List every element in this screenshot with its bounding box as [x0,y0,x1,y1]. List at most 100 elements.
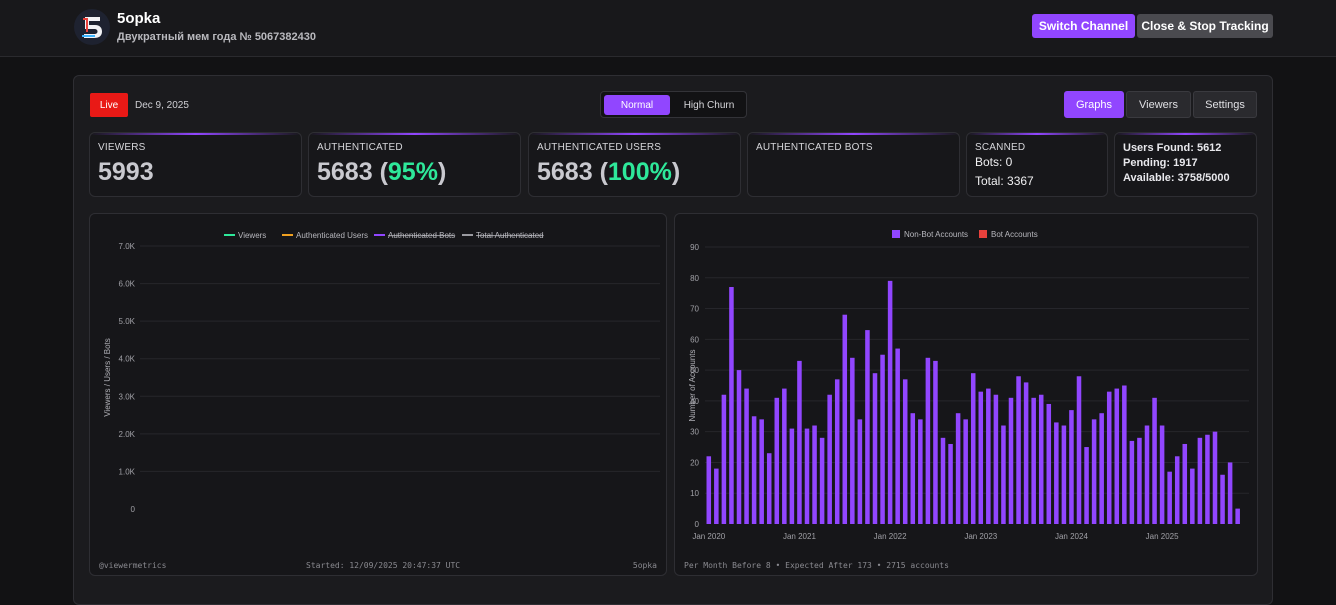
bar-non-bot-accounts [1084,447,1089,524]
bar-chart-panel: 0 10 20 30 40 50 60 70 80 90 Number of Accounts Non… [674,213,1258,576]
stream-date: Dec 9, 2025 [135,100,189,111]
bar-chart-y-tick-label: 0 [695,520,700,529]
line-chart-footer-center: Started: 12/09/2025 20:47:37 UTC [306,561,461,570]
stream-title: Двукратный мем года № 5067382430 [117,31,316,43]
bar-non-bot-accounts [1038,394,1044,524]
live-badge: Live [90,93,128,117]
bar-non-bot-accounts [1061,425,1067,524]
bar-non-bot-accounts [1167,471,1172,524]
bar-non-bot-accounts [842,314,848,524]
bar-non-bot-accounts [819,437,825,524]
bar-chart-footer: Per Month Before 8 • Expected After 173 … [684,561,949,570]
scanned-card: SCANNED Bots: 0 Total: 3367 [966,132,1108,197]
main-panel: Live Dec 9, 2025 Normal High Churn Graph… [73,75,1273,605]
bar-chart-x-tick-label: Jan 2023 [964,532,997,541]
bar-chart-y-tick-label: 90 [690,243,699,252]
mode-normal-button[interactable]: Normal [604,95,670,115]
bar-non-bot-accounts [970,373,976,524]
bar-non-bot-accounts [1016,376,1021,524]
line-chart-panel: 0 1.0K 2.0K 3.0K 4.0K 5.0K 6.0K 7.0K Viewers / U… [89,213,667,576]
bar-non-bot-accounts [1190,468,1195,524]
bar-non-bot-accounts [789,428,795,524]
line-legend-label: Authenticated Users [296,231,368,240]
bar-non-bot-accounts [1069,410,1074,524]
line-chart-footer-left: @viewermetrics [99,561,167,570]
scanned-bots: Bots: 0 [975,155,1013,169]
tab-graphs[interactable]: Graphs [1064,91,1124,118]
bar-chart-y-axis-title: Number of Accounts [688,349,697,421]
users-found: Users Found: 5612 [1123,142,1222,154]
bar-non-bot-accounts [1227,462,1233,524]
viewers-label: VIEWERS [98,142,146,153]
bar-non-bot-accounts [1046,403,1052,524]
bar-chart-y-tick-label: 20 [690,458,699,467]
bar-chart-x-tick-label: Jan 2021 [783,532,816,541]
auth-users-label: AUTHENTICATED USERS [537,142,662,153]
switch-channel-button[interactable]: Switch Channel [1032,14,1135,38]
mode-toggle: Normal High Churn [600,91,747,118]
bar-non-bot-accounts [1212,431,1218,524]
mode-high-churn-button[interactable]: High Churn [675,95,743,115]
bar-non-bot-accounts [721,394,727,524]
viewers-card: VIEWERS 5993 [89,132,302,197]
authenticated-value-row: 5683 (95%) [317,158,447,186]
bar-non-bot-accounts [1031,397,1036,524]
auth-bots-card: AUTHENTICATED BOTS [747,132,960,197]
users-available: Available: 3758/5000 [1123,172,1230,184]
line-chart-y-tick-label: 3.0K [119,392,136,401]
bar-non-bot-accounts [834,379,840,524]
bar-non-bot-accounts [751,416,757,524]
bar-non-bot-accounts [1122,385,1127,524]
bar-non-bot-accounts [948,443,953,524]
close-stop-tracking-button[interactable]: Close & Stop Tracking [1137,14,1273,38]
line-chart-y-tick-label: 0 [131,505,136,514]
bar-chart-y-tick-label: 80 [690,274,699,283]
bar-non-bot-accounts [978,391,984,524]
line-chart-y-tick-label: 7.0K [119,242,136,251]
bar-non-bot-accounts [993,394,999,524]
bar-non-bot-accounts [714,468,719,524]
bar-non-bot-accounts [918,419,923,524]
channel-logo-icon [82,17,102,38]
bar-non-bot-accounts [1129,440,1135,524]
scanned-total: Total: 3367 [975,174,1034,188]
scanned-label: SCANNED [975,142,1026,153]
bar-non-bot-accounts [1076,376,1082,524]
authenticated-label: AUTHENTICATED [317,142,403,153]
line-chart-y-tick-label: 1.0K [119,467,136,476]
bar-non-bot-accounts [1054,422,1059,524]
bar-non-bot-accounts [744,388,749,524]
bar-non-bot-accounts [955,413,961,524]
bar-non-bot-accounts [895,348,900,524]
bar-non-bot-accounts [940,437,946,524]
line-chart-footer-right: 5opka [632,561,657,570]
viewers-value: 5993 [98,158,154,186]
bar-non-bot-accounts [857,419,863,524]
bar-non-bot-accounts [797,360,802,524]
line-legend-label: Viewers [238,231,266,240]
bar-chart-x-tick-label: Jan 2024 [1055,532,1088,541]
bar-non-bot-accounts [872,373,878,524]
bar-non-bot-accounts [887,280,893,524]
bar-legend-label: Non-Bot Accounts [904,230,968,239]
bar-chart-y-tick-label: 10 [690,489,699,498]
bar-non-bot-accounts [1159,425,1165,524]
tab-viewers[interactable]: Viewers [1126,91,1191,118]
bar-non-bot-accounts [925,357,931,524]
top-bar: 5opka Двукратный мем года № 5067382430 S… [0,0,1336,57]
bar-non-bot-accounts [1114,388,1120,524]
bar-non-bot-accounts [766,453,772,524]
auth-bots-label: AUTHENTICATED BOTS [756,142,873,153]
bar-non-bot-accounts [729,287,734,524]
bar-non-bot-accounts [1197,437,1203,524]
bar-non-bot-accounts [759,419,764,524]
line-chart-y-axis-title: Viewers / Users / Bots [103,338,112,417]
bar-non-bot-accounts [1137,437,1142,524]
auth-users-value: 5683 [537,158,593,186]
bar-non-bot-accounts [963,419,968,524]
users-status-card: Users Found: 5612 Pending: 1917 Availabl… [1114,132,1257,197]
tab-settings[interactable]: Settings [1193,91,1257,118]
bar-non-bot-accounts [1001,425,1006,524]
bar-non-bot-accounts [1205,434,1210,524]
bar-non-bot-accounts [804,428,810,524]
